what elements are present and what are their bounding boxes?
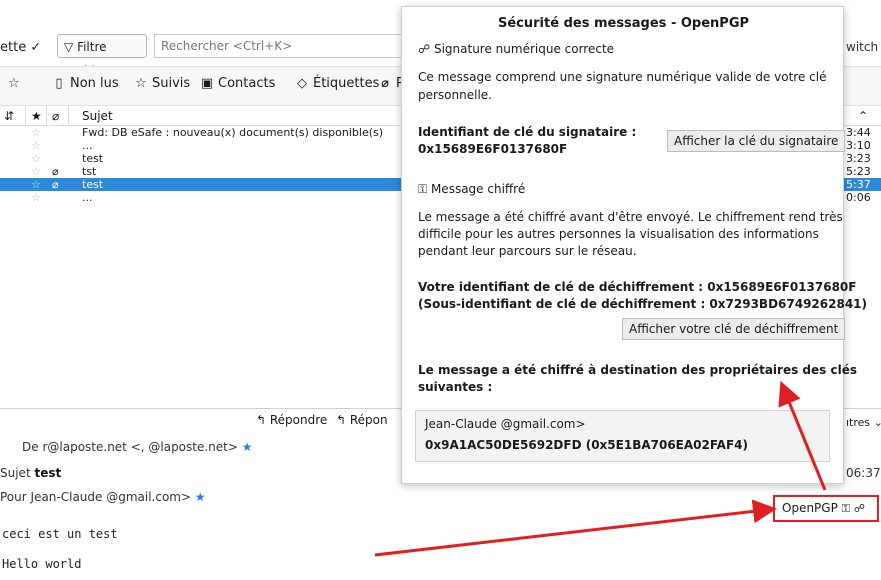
reply-list-button[interactable]: ↰ Répon bbox=[336, 413, 388, 427]
from-value[interactable]: r@laposte.net <, @laposte.net> bbox=[42, 440, 237, 454]
sort-up-icon[interactable]: ⌃ bbox=[858, 109, 868, 123]
to-line: Pour Jean-Claude @gmail.com> ★ bbox=[0, 490, 206, 504]
attachment-column-icon[interactable]: ⌀ bbox=[52, 109, 59, 123]
toolbar-cut-label: ette ✓ bbox=[0, 40, 42, 55]
encrypted-key-icon: ⚿ bbox=[841, 502, 851, 515]
signer-id-value: 0x15689E6F0137680F bbox=[418, 142, 568, 156]
message-date: 3:10 bbox=[846, 139, 871, 152]
attachment-filter-button[interactable]: ⌀ P bbox=[378, 76, 404, 91]
star-icon[interactable]: ☆ bbox=[31, 178, 41, 191]
search-input[interactable]: Rechercher <Ctrl+K> bbox=[154, 34, 404, 58]
star-icon[interactable]: ★ bbox=[195, 490, 206, 504]
popup-title: Sécurité des messages - OpenPGP bbox=[498, 16, 750, 31]
reply-icon: ↰ bbox=[256, 413, 270, 427]
message-date: 3:44 bbox=[846, 126, 871, 139]
openpgp-label: OpenPGP bbox=[782, 501, 838, 515]
encrypted-heading-label: Message chiffré bbox=[430, 182, 526, 196]
encrypted-text-3: pendant leur parcours sur le réseau. bbox=[418, 244, 637, 258]
signature-icon: ☍ bbox=[418, 42, 434, 56]
star-icon[interactable]: ☆ bbox=[31, 126, 41, 139]
openpgp-status-button[interactable]: OpenPGP ⚿ ☍ bbox=[773, 495, 879, 522]
from-line: De r@laposte.net <, @laposte.net> ★ bbox=[22, 440, 253, 454]
starred-label: Suivis bbox=[152, 76, 191, 91]
recipients-heading-2: suivantes : bbox=[418, 380, 493, 394]
message-subject: ... bbox=[82, 139, 93, 152]
decryption-key-id: Votre identifiant de clé de déchiffremen… bbox=[418, 280, 857, 294]
to-value[interactable]: Jean-Claude @gmail.com> bbox=[31, 490, 192, 504]
reply-list-label: Répon bbox=[349, 413, 388, 427]
column-divider bbox=[25, 106, 26, 126]
starred-filter-button[interactable]: ☆ Suivis bbox=[134, 76, 190, 91]
contacts-label: Contacts bbox=[218, 76, 276, 91]
view-signer-key-button[interactable]: Afficher la clé du signataire bbox=[667, 130, 846, 152]
recipients-heading-1: Le message a été chiffré à destination d… bbox=[418, 363, 857, 377]
message-date: 0:06 bbox=[846, 191, 871, 204]
message-date: 5:37 bbox=[846, 178, 871, 191]
reply-button[interactable]: ↰ Répondre bbox=[256, 413, 327, 427]
message-subject: Fwd: DB eSafe : nouveau(x) document(s) d… bbox=[82, 126, 384, 139]
reply-all-icon: ↰ bbox=[336, 413, 350, 427]
paperclip-icon: ⌀ bbox=[52, 165, 59, 178]
quick-filter-button[interactable]: ▽ Filtre rapide bbox=[57, 34, 147, 78]
to-prefix: Pour bbox=[0, 490, 27, 504]
message-subject: ... bbox=[82, 191, 93, 204]
subject-value: test bbox=[34, 466, 62, 480]
subject-prefix: Sujet bbox=[0, 466, 31, 480]
body-line-2: Hello world bbox=[2, 557, 82, 571]
message-subject: tst bbox=[82, 165, 97, 178]
signature-text-2: personnelle. bbox=[418, 88, 492, 102]
tag-icon: ◇ bbox=[297, 76, 307, 91]
star-icon[interactable]: ☆ bbox=[31, 139, 41, 152]
contacts-filter-button[interactable]: ▣ Contacts bbox=[200, 76, 276, 91]
reply-label: Répondre bbox=[269, 413, 328, 427]
filter-icon: ▽ bbox=[64, 40, 74, 54]
star-column-icon[interactable]: ★ bbox=[31, 109, 42, 123]
column-divider bbox=[68, 106, 69, 126]
paperclip-icon: ⌀ bbox=[381, 76, 389, 91]
switch-label[interactable]: witch bbox=[846, 40, 878, 54]
message-subject: test bbox=[82, 152, 104, 165]
signature-icon: ☍ bbox=[853, 502, 865, 515]
star-icon[interactable]: ☆ bbox=[31, 191, 41, 204]
signature-text-1: Ce message comprend une signature numéri… bbox=[418, 70, 827, 84]
paperclip-icon: ⌀ bbox=[52, 178, 59, 191]
thread-column-icon[interactable]: ⇵ bbox=[4, 109, 14, 123]
message-date: 3:23 bbox=[846, 152, 871, 165]
encrypted-text-1: Le message a été chiffré avant d'être en… bbox=[418, 210, 843, 224]
body-line-1: ceci est un test bbox=[2, 527, 118, 541]
subject-line: Sujet test bbox=[0, 466, 61, 480]
star-icon[interactable]: ☆ bbox=[31, 165, 41, 178]
encrypted-text-2: difficile pour les autres personnes la v… bbox=[418, 227, 819, 241]
other-actions-button[interactable]: ıtres ⌄ bbox=[846, 416, 881, 429]
star-icon[interactable]: ★ bbox=[242, 440, 253, 454]
column-divider bbox=[46, 106, 47, 126]
subject-column-header[interactable]: Sujet bbox=[82, 109, 113, 123]
unread-filter-button[interactable]: ▯ Non lus bbox=[52, 76, 119, 91]
contact-card-icon: ▣ bbox=[200, 76, 214, 91]
pin-icon[interactable]: ☆ bbox=[8, 76, 20, 91]
star-icon[interactable]: ☆ bbox=[31, 152, 41, 165]
sub-decryption-key-id: (Sous-identifiant de clé de déchiffremen… bbox=[418, 297, 868, 311]
view-decryption-key-button[interactable]: Afficher votre clé de déchiffrement bbox=[622, 318, 846, 340]
from-prefix: De bbox=[22, 440, 39, 454]
encrypted-heading: ⚿ Message chiffré bbox=[418, 181, 525, 198]
recipient-name: Jean-Claude @gmail.com> bbox=[425, 417, 586, 431]
signature-heading-label: Signature numérique correcte bbox=[433, 42, 615, 56]
bookmark-icon: ▯ bbox=[55, 76, 63, 91]
signer-id-label: Identifiant de clé du signataire : bbox=[418, 125, 637, 139]
recipient-key-id: 0x9A1AC50DE5692DFD (0x5E1BA706EA02FAF4) bbox=[425, 438, 748, 452]
message-date: 5:23 bbox=[846, 165, 871, 178]
message-subject: test bbox=[82, 178, 104, 191]
tags-filter-button[interactable]: ◇ Étiquettes bbox=[295, 76, 379, 91]
signature-heading: ☍ Signature numérique correcte bbox=[418, 41, 614, 58]
encrypted-key-icon: ⚿ bbox=[418, 182, 431, 196]
tags-label: Étiquettes bbox=[313, 76, 380, 91]
star-icon: ☆ bbox=[135, 76, 147, 91]
message-time: 06:37 bbox=[846, 466, 881, 480]
unread-label: Non lus bbox=[70, 76, 119, 91]
